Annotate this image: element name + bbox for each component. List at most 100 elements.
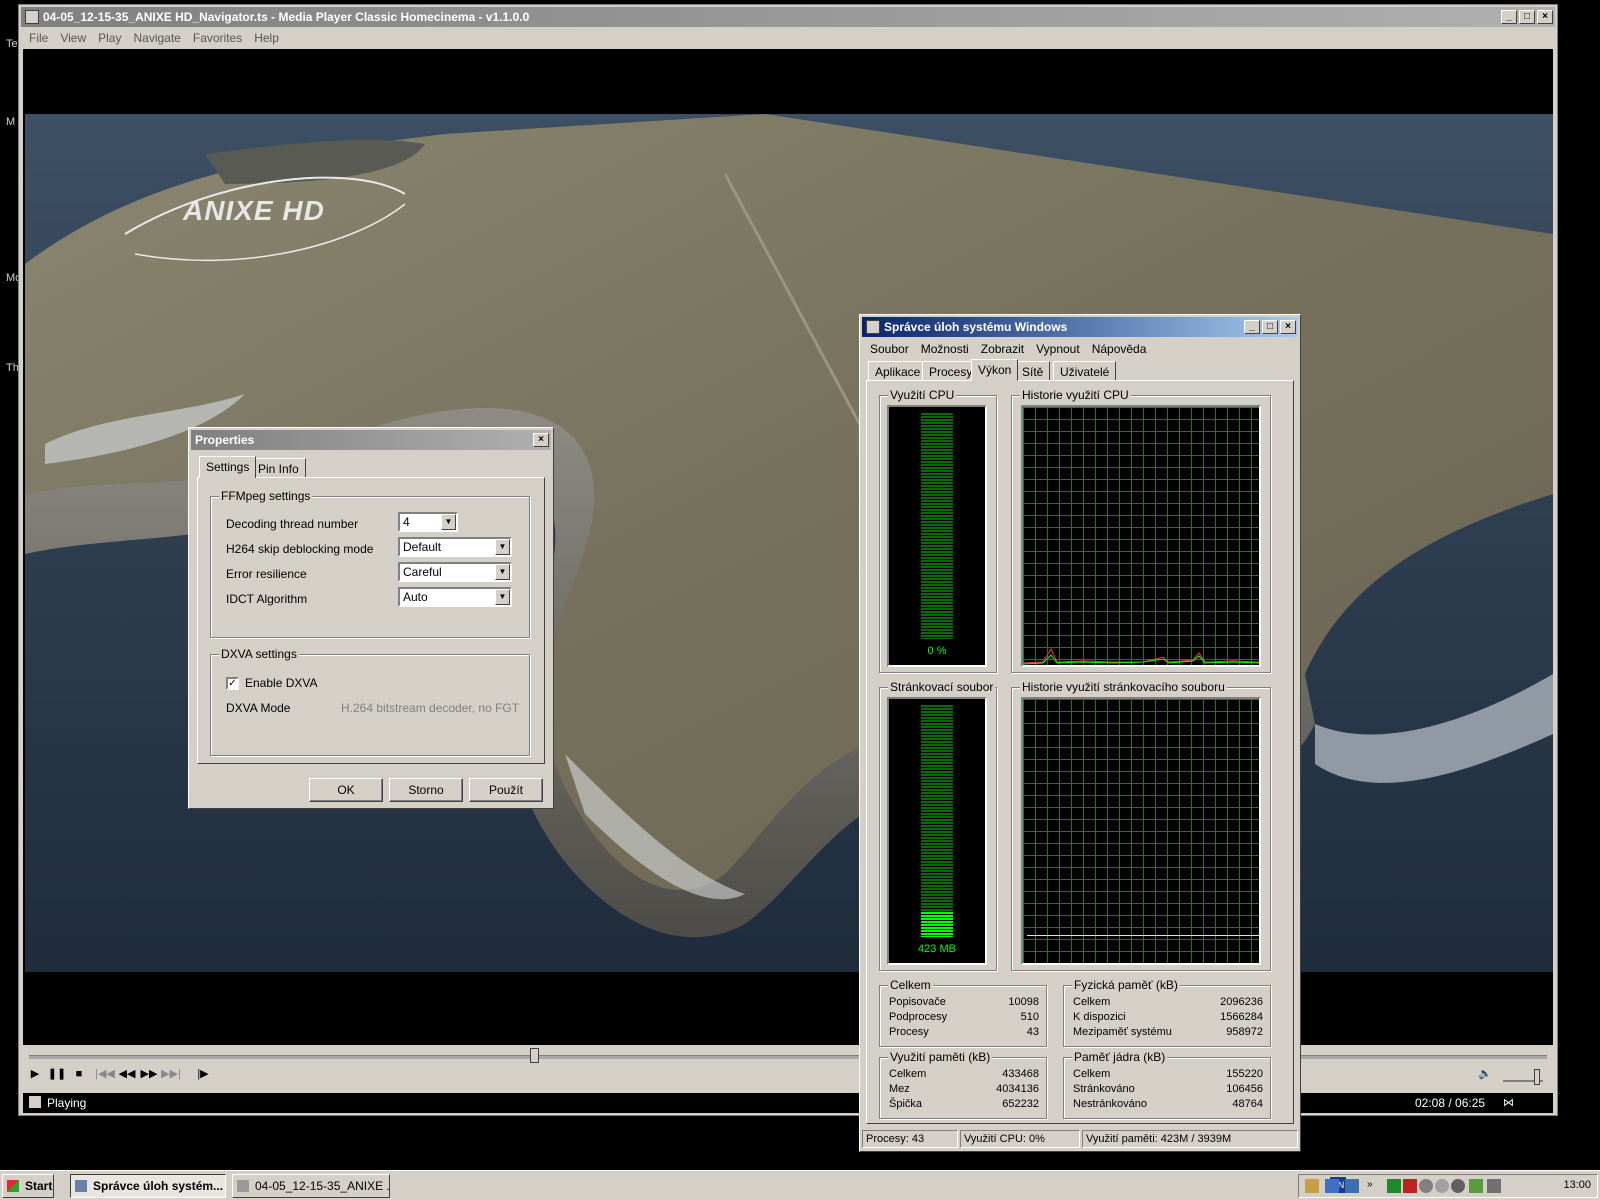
- menu-napoveda[interactable]: Nápověda: [1086, 342, 1153, 356]
- tab-settings[interactable]: Settings: [199, 456, 257, 478]
- seek-bar[interactable]: [29, 1055, 1547, 1059]
- minimize-icon[interactable]: _: [1501, 10, 1517, 24]
- prev-icon[interactable]: |◀◀: [95, 1065, 115, 1083]
- system-tray: » 13:00: [1298, 1174, 1598, 1198]
- error-resilience-select[interactable]: Careful ▼: [398, 562, 512, 582]
- next-icon[interactable]: ▶▶|: [161, 1065, 181, 1083]
- menu-file[interactable]: File: [23, 31, 54, 45]
- seek-thumb[interactable]: [530, 1048, 539, 1063]
- play-icon[interactable]: ▶: [25, 1065, 45, 1083]
- commit-limit-label: Mez: [889, 1083, 910, 1095]
- menu-view[interactable]: View: [54, 31, 92, 45]
- mpc-app-icon: [25, 10, 39, 24]
- mpc-statusbar: Playing 02:08 / 06:25 ⋈: [23, 1093, 1553, 1113]
- physical-memory-title: Fyzická paměť (kB): [1072, 978, 1180, 992]
- processes-label: Procesy: [889, 1026, 929, 1038]
- close-icon[interactable]: ×: [1537, 10, 1553, 24]
- taskbar-item-task-manager[interactable]: Správce úloh systém...: [70, 1174, 226, 1198]
- close-icon[interactable]: ×: [1280, 320, 1296, 334]
- tray-app-icon[interactable]: [1403, 1179, 1417, 1193]
- tray-app-icon[interactable]: [1435, 1179, 1449, 1193]
- enable-dxva-label[interactable]: Enable DXVA: [245, 676, 318, 690]
- tab-site[interactable]: Sítě: [1015, 361, 1051, 381]
- pagefile-title: Stránkovací soubor: [888, 680, 996, 694]
- ie-icon[interactable]: [1325, 1179, 1339, 1193]
- idct-select[interactable]: Auto ▼: [398, 587, 512, 607]
- cpu-title: Využití CPU: [888, 388, 957, 402]
- chevron-down-icon[interactable]: ▼: [495, 564, 510, 580]
- mpc-titlebar[interactable]: 04-05_12-15-35_ANIXE HD_Navigator.ts - M…: [21, 7, 1555, 27]
- task-manager-window: Správce úloh systému Windows _ □ × Soubo…: [859, 314, 1301, 1152]
- pagefile-history-line: [1027, 935, 1259, 936]
- handles-value: 10098: [1008, 996, 1039, 1008]
- expand-tray-icon[interactable]: »: [1367, 1179, 1381, 1193]
- fast-forward-icon[interactable]: ▶▶: [139, 1065, 159, 1083]
- volume-icon[interactable]: 🔈: [1475, 1065, 1495, 1083]
- tm-titlebar[interactable]: Správce úloh systému Windows _ □ ×: [862, 317, 1298, 337]
- menu-moznosti[interactable]: Možnosti: [915, 342, 975, 356]
- menu-zobrazit[interactable]: Zobrazit: [975, 342, 1030, 356]
- properties-titlebar[interactable]: Properties ×: [191, 430, 551, 450]
- frame-step-icon[interactable]: |▶: [193, 1065, 213, 1083]
- tray-app-icon[interactable]: [1387, 1179, 1401, 1193]
- chevron-down-icon[interactable]: ▼: [495, 539, 510, 555]
- deblocking-select[interactable]: Default ▼: [398, 537, 512, 557]
- stop-icon[interactable]: ■: [69, 1065, 89, 1083]
- volume-tray-icon[interactable]: [1487, 1179, 1501, 1193]
- desktop-text: Th: [6, 362, 19, 374]
- taskbar-item-mpc[interactable]: 04-05_12-15-35_ANIXE ...: [232, 1174, 390, 1198]
- tab-uzivatele[interactable]: Uživatelé: [1053, 361, 1117, 381]
- mpc-title: 04-05_12-15-35_ANIXE HD_Navigator.ts - M…: [43, 10, 530, 24]
- folder-icon[interactable]: [1305, 1179, 1319, 1193]
- menu-favorites[interactable]: Favorites: [187, 31, 248, 45]
- enable-dxva-checkbox[interactable]: ✓: [226, 677, 239, 690]
- resize-icon: ⋈: [1503, 1097, 1514, 1109]
- settings-panel: FFMpeg settings Decoding thread number 4…: [197, 477, 545, 764]
- commit-total-label: Celkem: [889, 1068, 927, 1080]
- volume-thumb[interactable]: [1534, 1069, 1540, 1085]
- taskbar: Start Správce úloh systém... 04-05_12-15…: [0, 1170, 1600, 1200]
- start-button[interactable]: Start: [2, 1174, 54, 1198]
- desktop-text: Te: [6, 38, 18, 50]
- properties-title: Properties: [195, 433, 255, 447]
- menu-vypnout[interactable]: Vypnout: [1030, 342, 1086, 356]
- kernel-total-label: Celkem: [1073, 1068, 1111, 1080]
- pause-icon[interactable]: ❚❚: [47, 1065, 67, 1083]
- dxva-mode-label: DXVA Mode: [226, 701, 291, 715]
- tab-vykon[interactable]: Výkon: [971, 359, 1019, 381]
- cpu-history-title: Historie využití CPU: [1020, 388, 1131, 402]
- mpc-icon: [237, 1180, 249, 1192]
- chevron-down-icon[interactable]: ▼: [495, 589, 510, 605]
- menu-play[interactable]: Play: [92, 31, 127, 45]
- sys-cache-value: 958972: [1226, 1026, 1263, 1038]
- apply-button[interactable]: Použít: [469, 778, 543, 802]
- menu-navigate[interactable]: Navigate: [127, 31, 186, 45]
- kernel-paged-value: 106456: [1226, 1083, 1263, 1095]
- clock[interactable]: 13:00: [1563, 1179, 1591, 1191]
- phys-available-label: K dispozici: [1073, 1011, 1126, 1023]
- decoding-threads-select[interactable]: 4 ▼: [398, 512, 458, 532]
- tray-app-icon[interactable]: [1469, 1179, 1483, 1193]
- decoding-threads-value: 4: [403, 515, 410, 529]
- maximize-icon[interactable]: □: [1262, 320, 1278, 334]
- rewind-icon[interactable]: ◀◀: [117, 1065, 137, 1083]
- tab-aplikace[interactable]: Aplikace: [868, 361, 928, 381]
- network-icon[interactable]: [1345, 1179, 1359, 1193]
- phys-total-value: 2096236: [1220, 996, 1263, 1008]
- processes-value: 43: [1026, 1026, 1039, 1038]
- menu-soubor[interactable]: Soubor: [864, 342, 915, 356]
- pagefile-meter-bar: [921, 705, 953, 937]
- menu-help[interactable]: Help: [248, 31, 285, 45]
- tab-pin-info[interactable]: Pin Info: [251, 458, 306, 478]
- chevron-down-icon[interactable]: ▼: [441, 514, 456, 530]
- close-icon[interactable]: ×: [533, 433, 549, 447]
- ok-button[interactable]: OK: [309, 778, 383, 802]
- kernel-nonpaged-value: 48764: [1232, 1098, 1263, 1110]
- tray-app-icon[interactable]: [1419, 1179, 1433, 1193]
- maximize-icon[interactable]: □: [1519, 10, 1535, 24]
- tray-app-icon[interactable]: [1451, 1179, 1465, 1193]
- minimize-icon[interactable]: _: [1244, 320, 1260, 334]
- cancel-button[interactable]: Storno: [389, 778, 463, 802]
- pagefile-value: 423 MB: [918, 943, 956, 955]
- kernel-paged-label: Stránkováno: [1073, 1083, 1135, 1095]
